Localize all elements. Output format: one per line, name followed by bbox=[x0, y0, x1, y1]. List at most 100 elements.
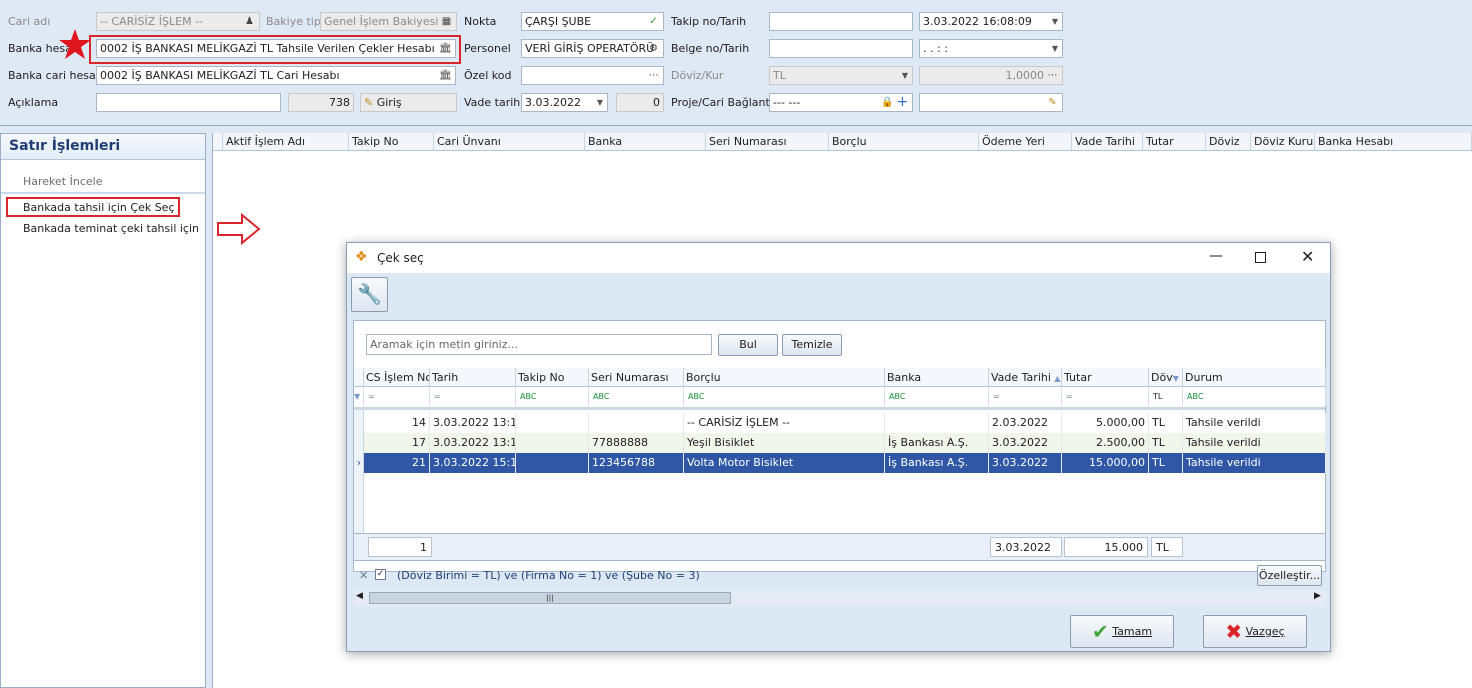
chevron-down-icon[interactable]: ▼ bbox=[1052, 13, 1058, 30]
belge-tarih-field[interactable]: . . : : ▼ bbox=[919, 39, 1063, 58]
col-seri-numarasi[interactable]: Seri Numarası bbox=[706, 133, 829, 151]
scroll-right-icon[interactable]: ▶ bbox=[1314, 591, 1321, 601]
col-doviz-kuru[interactable]: Döviz Kuru bbox=[1251, 133, 1315, 151]
filter-text[interactable]: (Döviz Birimi = TL) ve (Firma No = 1) ve… bbox=[397, 569, 700, 582]
col-takip-no[interactable]: Takip No bbox=[349, 133, 434, 151]
filter-takip[interactable]: ABC bbox=[516, 388, 589, 406]
filter-cs-no[interactable]: = bbox=[364, 388, 430, 406]
aciklama-field[interactable] bbox=[96, 93, 281, 112]
ellipsis-icon[interactable]: ⋯ bbox=[647, 69, 660, 82]
user-settings-icon[interactable]: ⚙ bbox=[647, 42, 660, 55]
ellipsis-icon[interactable]: ⋯ bbox=[1046, 69, 1059, 82]
col-vade-tarihi[interactable]: Vade Tarihi ▲ bbox=[989, 368, 1062, 387]
ozel-kod-field[interactable]: ⋯ bbox=[521, 66, 664, 85]
filter-banka[interactable]: ABC bbox=[885, 388, 989, 406]
col-takip-no[interactable]: Takip No bbox=[516, 368, 589, 387]
chevron-down-icon[interactable]: ▼ bbox=[1052, 40, 1058, 57]
cancel-button[interactable]: ✖ Vazgeç bbox=[1203, 615, 1307, 648]
cell-doviz: TL bbox=[1149, 433, 1183, 453]
cell-doviz: TL bbox=[1149, 453, 1183, 473]
scroll-thumb[interactable]: ||| bbox=[369, 592, 731, 604]
takip-tarih-field[interactable]: 3.03.2022 16:08:09 ▼ bbox=[919, 12, 1063, 31]
col-borclu[interactable]: Borçlu bbox=[829, 133, 979, 151]
filter-durum[interactable]: ABC bbox=[1183, 388, 1326, 406]
cell-borclu: -- CARİSİZ İŞLEM -- bbox=[684, 413, 885, 433]
table-row-selected[interactable]: 21 3.03.2022 15:15 123456788 Volta Motor… bbox=[364, 453, 1326, 473]
check-icon[interactable]: ✓ bbox=[647, 15, 660, 28]
filter-borclu[interactable]: ABC bbox=[684, 388, 885, 406]
people-icon[interactable]: ♟ bbox=[243, 15, 256, 28]
filter-tarih[interactable]: = bbox=[430, 388, 516, 406]
summary-vade: 3.03.2022 bbox=[990, 537, 1062, 557]
takip-no-field[interactable] bbox=[769, 12, 913, 31]
filter-seri[interactable]: ABC bbox=[589, 388, 684, 406]
personel-field[interactable]: VERİ GİRİŞ OPERATÖRÜ ⚙ bbox=[521, 39, 664, 58]
belge-no-field[interactable] bbox=[769, 39, 913, 58]
filter-vade[interactable]: = bbox=[989, 388, 1062, 406]
clear-filter-icon[interactable]: ✕ bbox=[359, 569, 368, 582]
minimize-icon[interactable]: — bbox=[1209, 248, 1223, 264]
scroll-left-icon[interactable]: ◀ bbox=[356, 591, 363, 601]
clear-button[interactable]: Temizle bbox=[782, 334, 842, 356]
col-seri-numarasi[interactable]: Seri Numarası bbox=[589, 368, 684, 387]
table-row[interactable]: 17 3.03.2022 13:15 77888888 Yeşil Bisikl… bbox=[364, 433, 1326, 453]
tools-button[interactable]: 🔧 bbox=[351, 277, 388, 312]
grid-icon[interactable]: ▦ bbox=[440, 15, 453, 28]
lock-icon[interactable]: 🔒 bbox=[881, 96, 894, 109]
col-banka[interactable]: Banka bbox=[585, 133, 706, 151]
cell-tutar: 5.000,00 bbox=[1062, 413, 1149, 433]
edit-icon: ✎ bbox=[364, 96, 374, 109]
col-tutar[interactable]: Tutar bbox=[1062, 368, 1149, 387]
close-icon[interactable]: ✕ bbox=[1301, 247, 1314, 266]
teminat-cek-item[interactable]: Bankada teminat çeki tahsil için Çe... bbox=[23, 222, 203, 235]
cek-sec-item[interactable]: Bankada tahsil için Çek Seç bbox=[23, 201, 175, 214]
eraser-icon[interactable]: ✎ bbox=[1046, 96, 1059, 109]
col-cs-islem-no[interactable]: CS İşlem No bbox=[364, 368, 430, 387]
col-borclu[interactable]: Borçlu bbox=[684, 368, 885, 387]
vade-field[interactable]: 3.03.2022 ▼ bbox=[521, 93, 608, 112]
proje-extra-field[interactable]: ✎ bbox=[919, 93, 1063, 112]
chevron-down-icon[interactable]: ▼ bbox=[597, 94, 603, 111]
doviz-field[interactable]: TL ▼ bbox=[769, 66, 913, 85]
cell-cs-no: 21 bbox=[364, 453, 430, 473]
col-doviz[interactable]: Döviz bbox=[1206, 133, 1251, 151]
horizontal-scrollbar[interactable]: ◀ ||| ▶ bbox=[353, 590, 1326, 606]
col-tarih[interactable]: Tarih bbox=[430, 368, 516, 387]
bank-icon[interactable]: 🏛 bbox=[439, 69, 452, 82]
col-banka[interactable]: Banka bbox=[885, 368, 989, 387]
bakiye-tipi-field[interactable]: Genel İşlem Bakiyesi ▦ bbox=[320, 12, 457, 31]
hareket-incele-item[interactable]: Hareket İncele bbox=[23, 175, 102, 188]
search-input[interactable]: Aramak için metin giriniz... bbox=[366, 334, 712, 355]
giris-button[interactable]: ✎ Giriş bbox=[360, 93, 457, 112]
col-cari-unvani[interactable]: Cari Ünvanı bbox=[434, 133, 585, 151]
cell-borclu: Volta Motor Bisiklet bbox=[684, 453, 885, 473]
kur-field[interactable]: 1,0000 ⋯ bbox=[919, 66, 1063, 85]
col-aktif-islem[interactable]: Aktif İşlem Adı bbox=[223, 133, 349, 151]
table-row[interactable]: 14 3.03.2022 13:10 -- CARİSİZ İŞLEM -- 2… bbox=[364, 413, 1326, 433]
proje-field[interactable]: --- --- 🔒 + bbox=[769, 93, 913, 112]
nokta-field[interactable]: ÇARŞI ŞUBE ✓ bbox=[521, 12, 664, 31]
col-doviz[interactable]: Döv▼ bbox=[1149, 368, 1183, 387]
filter-doviz[interactable]: TL bbox=[1149, 388, 1183, 406]
col-banka-hesabi[interactable]: Banka Hesabı bbox=[1315, 133, 1472, 151]
cari-adi-field[interactable]: -- CARİSİZ İŞLEM -- ♟ bbox=[96, 12, 260, 31]
find-button[interactable]: Bul bbox=[718, 334, 778, 356]
col-odeme-yeri[interactable]: Ödeme Yeri bbox=[979, 133, 1072, 151]
col-durum[interactable]: Durum bbox=[1183, 368, 1326, 387]
row-indicator-header bbox=[354, 368, 364, 387]
filter-tutar[interactable]: = bbox=[1062, 388, 1149, 406]
plus-icon[interactable]: + bbox=[896, 95, 909, 109]
maximize-icon[interactable] bbox=[1255, 252, 1266, 263]
cell-doviz: TL bbox=[1149, 413, 1183, 433]
ok-button[interactable]: ✔ Tamam bbox=[1070, 615, 1174, 648]
banka-cari-field[interactable]: 0002 İŞ BANKASI MELİKGAZİ TL Cari Hesabı… bbox=[96, 66, 456, 85]
cell-banka: İş Bankası A.Ş. bbox=[885, 433, 989, 453]
banka-hesabi-field[interactable]: 0002 İŞ BANKASI MELİKGAZİ TL Tahsile Ver… bbox=[96, 39, 456, 58]
cell-borclu: Yeşil Bisiklet bbox=[684, 433, 885, 453]
col-tutar[interactable]: Tutar bbox=[1143, 133, 1206, 151]
chevron-down-icon[interactable]: ▼ bbox=[902, 67, 908, 84]
filter-checkbox[interactable]: ✓ bbox=[375, 569, 386, 580]
col-vade-tarihi[interactable]: Vade Tarihi bbox=[1072, 133, 1143, 151]
bank-icon[interactable]: 🏛 bbox=[439, 42, 452, 55]
customize-button[interactable]: Özelleştir... bbox=[1257, 565, 1322, 586]
